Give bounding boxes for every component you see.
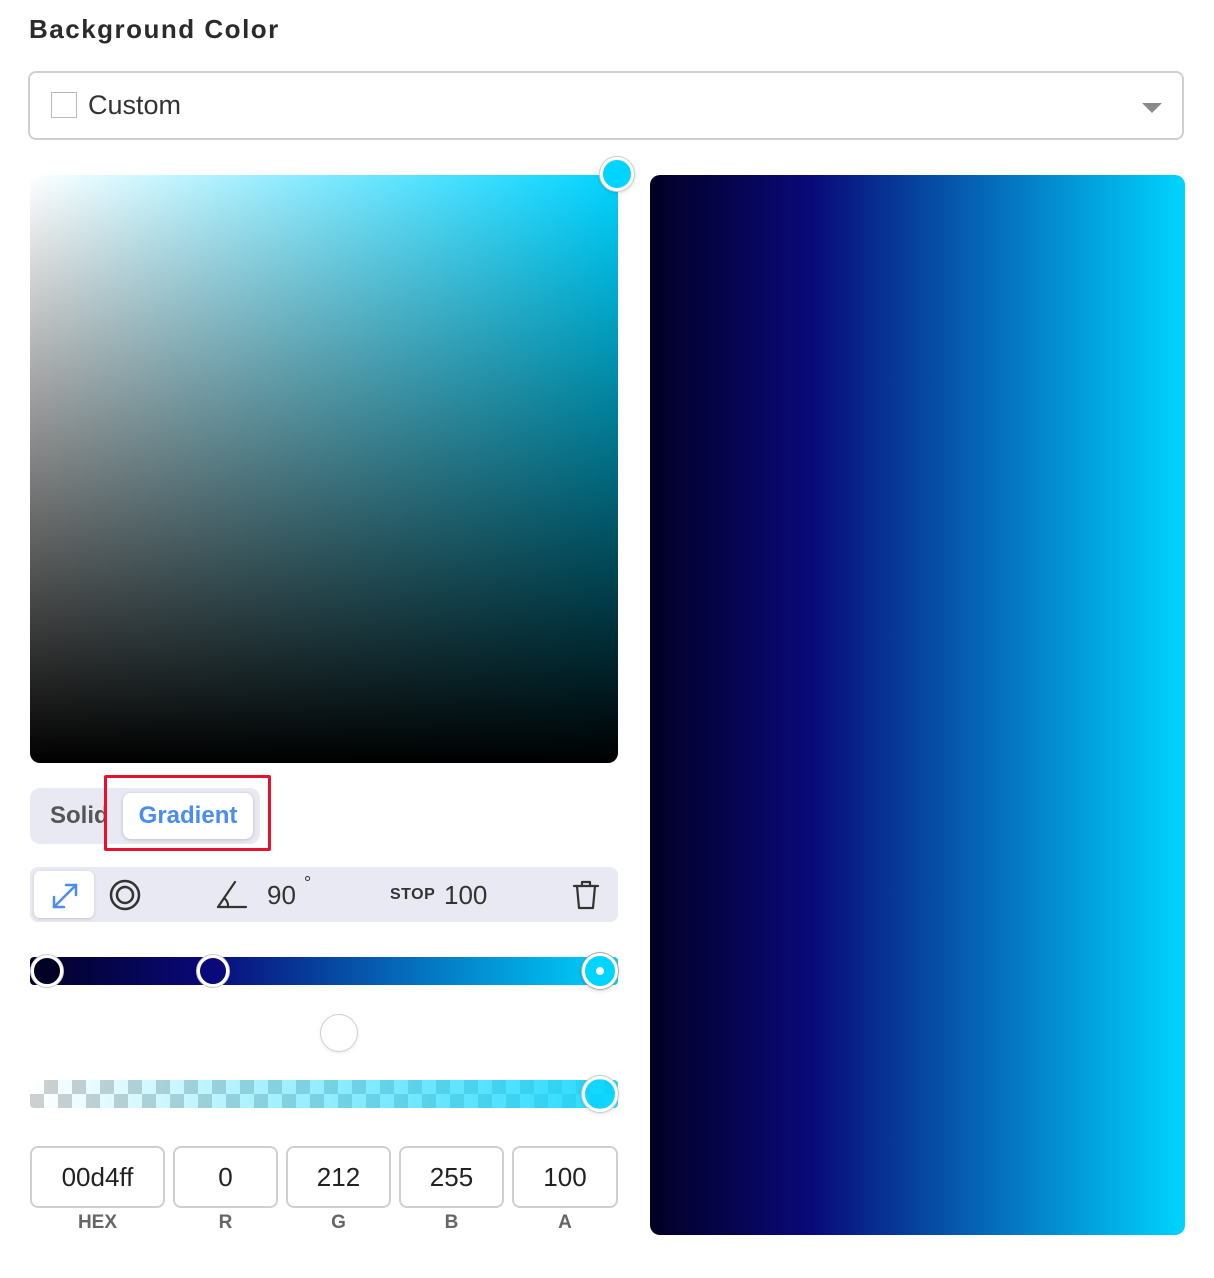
saturation-value-handle[interactable] — [600, 157, 634, 191]
concentric-circles-icon[interactable] — [108, 878, 142, 912]
angle-icon — [216, 880, 248, 909]
blue-label: B — [444, 1212, 459, 1233]
alpha-label: A — [558, 1212, 572, 1233]
gradient-preview — [650, 175, 1185, 1235]
chevron-down-icon — [1142, 103, 1162, 113]
alpha-slider-handle[interactable] — [582, 1076, 618, 1112]
gradient-stop-handle[interactable] — [582, 953, 618, 989]
alpha-input[interactable]: 100 — [512, 1146, 618, 1208]
alpha-slider[interactable] — [30, 1080, 618, 1108]
dropdown-selected-value: Custom — [88, 90, 182, 120]
red-input[interactable]: 0 — [173, 1146, 278, 1208]
green-label: G — [331, 1212, 346, 1233]
color-swatch — [51, 92, 77, 118]
linear-gradient-button[interactable] — [34, 871, 94, 918]
gradient-stop-handle[interactable] — [196, 955, 229, 987]
highlight-box — [104, 775, 271, 851]
stop-label: STOP — [390, 886, 436, 903]
solid-mode-button[interactable]: Solid — [50, 802, 109, 830]
gradient-toolbar: 90 ° STOP 100 — [30, 867, 618, 922]
blue-input[interactable]: 255 — [399, 1146, 504, 1208]
green-input[interactable]: 212 — [286, 1146, 391, 1208]
hex-input[interactable]: 00d4ff — [30, 1146, 165, 1208]
red-label: R — [218, 1212, 233, 1233]
angle-value[interactable]: 90 — [267, 880, 296, 911]
section-title: Background Color — [29, 14, 280, 44]
gradient-stop-handle[interactable] — [31, 955, 63, 987]
gradient-stops-bar[interactable] — [30, 957, 618, 985]
angle-unit: ° — [304, 873, 312, 893]
diagonal-arrows-icon — [52, 883, 78, 909]
stop-value[interactable]: 100 — [444, 880, 487, 911]
trash-icon[interactable] — [571, 879, 601, 911]
hue-slider-handle[interactable] — [321, 1015, 357, 1051]
hex-label: HEX — [77, 1212, 118, 1233]
color-preset-dropdown[interactable]: Custom — [28, 71, 1184, 140]
saturation-value-area[interactable] — [30, 175, 618, 763]
